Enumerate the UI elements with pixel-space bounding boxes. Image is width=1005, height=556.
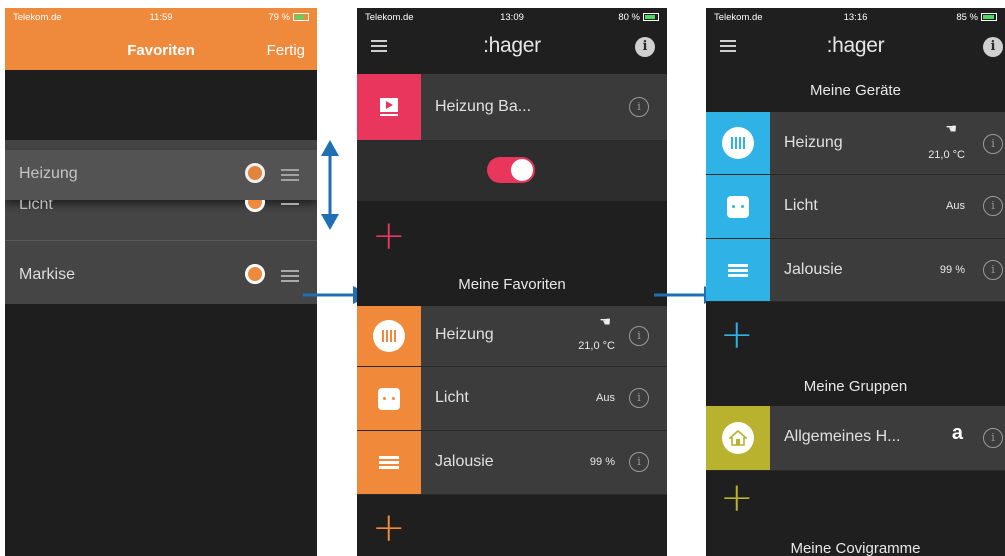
house-icon (722, 422, 754, 454)
radiator-icon (722, 127, 754, 159)
section-devices-title: Meine Geräte (810, 82, 901, 99)
device-label: Licht (435, 389, 469, 406)
favorite-row[interactable]: Heizung ☚ 21,0 °C i (357, 306, 667, 367)
battery: 80 % (618, 12, 659, 23)
list-item[interactable]: Markise (5, 250, 317, 300)
info-icon[interactable]: i (629, 388, 649, 408)
blind-icon (728, 263, 748, 277)
info-icon[interactable]: i (629, 326, 649, 346)
device-label: Jalousie (784, 261, 843, 278)
info-icon[interactable]: i (983, 134, 1003, 154)
device-tile (706, 175, 770, 238)
info-icon[interactable]: i (983, 196, 1003, 216)
hand-icon: ☚ (945, 121, 957, 136)
app-header: :hager i (357, 26, 667, 70)
status-bar: Telekom.de 11:59 79 % (5, 8, 317, 26)
hand-icon: ☚ (599, 314, 611, 329)
drag-handle-icon[interactable] (281, 200, 299, 205)
add-icon[interactable]: + (720, 478, 754, 518)
screen-hager-devices: Telekom.de 13:16 85 % :hager i Meine Ger… (706, 8, 1005, 556)
power-toggle[interactable] (487, 157, 535, 183)
group-label: Allgemeines H... (784, 428, 901, 445)
device-tile (706, 239, 770, 301)
status-bar: Telekom.de 13:16 85 % (706, 8, 1005, 26)
section-scenes-title: Meine Covigramme (790, 540, 921, 556)
device-label: Heizung (435, 326, 494, 343)
favorite-toggle[interactable] (245, 200, 265, 212)
favorite-toggle[interactable] (245, 163, 265, 183)
battery-icon (981, 12, 997, 21)
drag-handle-icon[interactable] (281, 169, 299, 181)
section-favorites-title: Meine Favoriten (458, 276, 566, 293)
device-value: Aus (946, 200, 965, 212)
group-tile (706, 406, 770, 470)
socket-icon (727, 195, 749, 218)
add-icon[interactable]: + (372, 508, 406, 548)
list-item[interactable]: Heizung (5, 150, 317, 200)
battery-icon (293, 12, 309, 21)
scene-icon (380, 98, 398, 116)
room-label: Heizung Ba... (435, 98, 532, 115)
battery: 79 % (268, 12, 309, 23)
battery-icon (643, 12, 659, 21)
device-label: Licht (784, 197, 818, 214)
device-value: 21,0 °C (578, 340, 615, 352)
screen-favorites-edit: Telekom.de 11:59 79 % Favoriten Fertig H… (5, 8, 317, 556)
info-icon[interactable]: i (635, 37, 655, 57)
favorite-row[interactable]: Jalousie 99 % i (357, 431, 667, 495)
up-down-arrow-icon (321, 140, 339, 230)
group-value: a (951, 422, 963, 444)
favorite-toggle[interactable] (245, 264, 265, 284)
list-item-label: Markise (19, 266, 76, 283)
device-row[interactable]: Licht Aus i (706, 175, 1005, 239)
list-item-label: Heizung (19, 165, 78, 182)
room-row[interactable]: Heizung Ba... i (357, 74, 667, 141)
device-row[interactable]: Jalousie 99 % i (706, 239, 1005, 302)
radiator-icon (373, 320, 405, 352)
hager-logo: :hager (826, 34, 885, 57)
favorite-row[interactable]: Licht Aus i (357, 367, 667, 431)
add-icon[interactable]: + (372, 216, 406, 256)
info-icon[interactable]: i (983, 37, 1003, 57)
socket-icon (378, 387, 400, 410)
divider (5, 240, 317, 241)
device-value: 21,0 °C (928, 149, 965, 161)
done-button[interactable]: Fertig (267, 42, 305, 59)
info-icon[interactable]: i (629, 97, 649, 117)
toggle-row (357, 141, 667, 201)
status-bar: Telekom.de 13:09 80 % (357, 8, 667, 26)
battery: 85 % (956, 12, 997, 23)
section-groups-title: Meine Gruppen (803, 378, 908, 395)
favorites-list: Heizung Licht Markise (5, 140, 317, 304)
drag-handle-icon[interactable] (281, 270, 299, 282)
hager-logo: :hager (483, 34, 541, 57)
list-item[interactable]: Licht (5, 200, 317, 230)
room-tile (357, 74, 421, 140)
device-row[interactable]: Heizung ☚ 21,0 °C i (706, 112, 1005, 175)
device-label: Jalousie (435, 453, 494, 470)
group-row[interactable]: Allgemeines H... a i (706, 406, 1005, 471)
screen-hager-home: Telekom.de 13:09 80 % :hager i Heizung B… (357, 8, 667, 556)
device-value: 99 % (589, 456, 615, 468)
list-item-label: Licht (19, 200, 53, 213)
device-tile (357, 367, 421, 430)
add-icon[interactable]: + (720, 315, 754, 355)
blind-icon (379, 456, 399, 469)
device-tile (357, 431, 421, 494)
device-value: Aus (596, 392, 615, 404)
device-value: 99 % (939, 264, 965, 276)
device-tile (706, 112, 770, 174)
app-header: :hager i (706, 26, 1005, 70)
info-icon[interactable]: i (983, 428, 1003, 448)
info-icon[interactable]: i (983, 260, 1003, 280)
device-label: Heizung (784, 134, 843, 151)
info-icon[interactable]: i (629, 452, 649, 472)
device-tile (357, 306, 421, 366)
